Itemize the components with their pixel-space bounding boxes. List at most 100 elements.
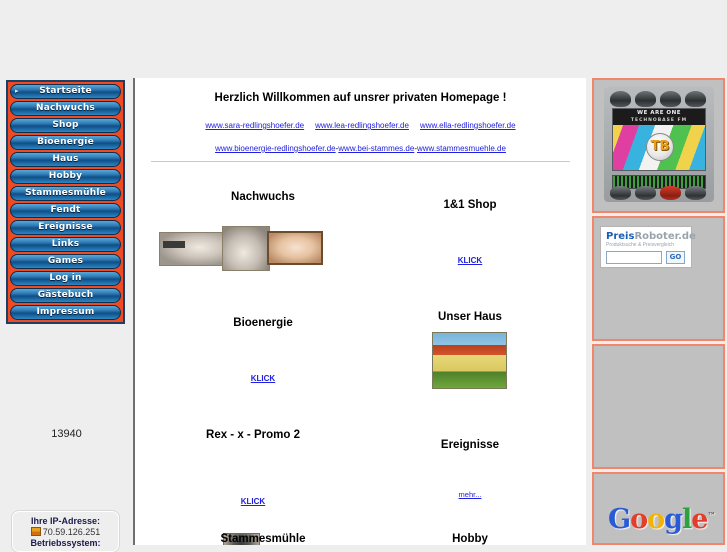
technobase-banner[interactable]: WE ARE ONE TECHNOBASE FM TB	[604, 87, 714, 202]
page-title: Herzlich Willkommen auf unsrer privaten …	[214, 92, 507, 104]
ip-address-value: 70.59.126.251	[42, 527, 101, 537]
google-letter-g2: g	[664, 504, 683, 535]
sidebar-item-login[interactable]: Log in	[10, 271, 121, 286]
ip-address-label: Ihre IP-Adresse:	[30, 516, 101, 526]
section-title-hobby: Hobby	[452, 533, 488, 545]
sidebar-item-haus[interactable]: Haus	[10, 152, 121, 167]
site-link[interactable]: www.lea-redlingshoefer.de	[315, 121, 409, 130]
site-links-row-1: www.sara-redlingshoefer.de www.lea-redlin…	[135, 121, 586, 130]
knob-icon	[610, 91, 631, 107]
site-link[interactable]: www.stammesmuehle.de	[417, 144, 506, 153]
ad-panel-preisroboter: PreisRoboter.de Produktsuche & Preisverg…	[592, 216, 725, 341]
sidebar-item-label: Links	[51, 239, 80, 249]
klick-link-bioenergie[interactable]: KLICK	[178, 374, 348, 383]
section-title-ereignisse: Ereignisse	[440, 439, 500, 451]
google-logo[interactable]: Google™	[608, 500, 715, 535]
sidebar-item-bioenergie[interactable]: Bioenergie	[10, 135, 121, 150]
ip-address-value-row: 70.59.126.251	[18, 527, 113, 538]
section-title-nachwuchs: Nachwuchs	[231, 191, 295, 203]
google-letter-g1: G	[608, 504, 631, 535]
visitor-counter: 13940	[51, 428, 82, 440]
section-title-haus: Unser Haus	[438, 311, 502, 323]
knob-icon	[635, 91, 656, 107]
flag-icon	[30, 527, 41, 536]
sidebar-item-impressum[interactable]: Impressum	[10, 305, 121, 320]
site-link[interactable]: www.bei-stammes.de	[338, 144, 414, 153]
main-navigation: ▸ Startseite Nachwuchs Shop Bioenergie H…	[6, 80, 125, 324]
preisroboter-search-input[interactable]	[606, 251, 662, 264]
sidebar-item-label: Gästebuch	[37, 290, 94, 300]
mehr-link-ereignisse[interactable]: mehr...	[400, 490, 540, 499]
klick-link-shop[interactable]: KLICK	[400, 256, 540, 265]
baby-photo-2[interactable]	[222, 226, 270, 271]
baby-photo-3[interactable]	[267, 231, 323, 265]
ad-panel-empty	[592, 344, 725, 469]
ad-panel-technobase[interactable]: WE ARE ONE TECHNOBASE FM TB	[592, 78, 725, 213]
preisroboter-widget: PreisRoboter.de Produktsuche & Preisverg…	[600, 226, 696, 268]
sidebar-item-label: Ereignisse	[38, 222, 93, 232]
baby-photo-1[interactable]	[159, 232, 225, 266]
technobase-line2: TECHNOBASE FM	[630, 118, 688, 123]
google-letter-o1: o	[630, 504, 648, 535]
google-letter-e: e	[691, 504, 708, 535]
page-root: ▸ Startseite Nachwuchs Shop Bioenergie H…	[0, 0, 727, 552]
knob-icon	[660, 91, 681, 107]
sidebar-item-hobby[interactable]: Hobby	[10, 169, 121, 184]
sidebar-item-stammesmuehle[interactable]: Stammesmühle	[10, 186, 121, 201]
nachwuchs-photo-strip[interactable]	[159, 226, 323, 271]
button-icon	[635, 186, 656, 200]
section-title-shop: 1&1 Shop	[443, 199, 497, 211]
site-link[interactable]: www.bioenergie-redlingshoefer.de	[215, 144, 336, 153]
site-link[interactable]: www.ella-redlingshoefer.de	[420, 121, 516, 130]
ad-panel-google[interactable]: Google™	[592, 472, 725, 545]
arrow-right-icon: ▸	[15, 87, 19, 95]
section-title-bioenergie: Bioenergie	[233, 317, 293, 329]
site-link[interactable]: www.sara-redlingshoefer.de	[205, 121, 304, 130]
sidebar-item-gaestebuch[interactable]: Gästebuch	[10, 288, 121, 303]
sidebar-item-label: Impressum	[36, 307, 95, 317]
sidebar-item-ereignisse[interactable]: Ereignisse	[10, 220, 121, 235]
section-title-stammesmuehle: Stammesmühle	[220, 533, 306, 545]
sidebar-item-games[interactable]: Games	[10, 254, 121, 269]
sidebar-item-label: Nachwuchs	[36, 103, 95, 113]
sidebar-item-shop[interactable]: Shop	[10, 118, 121, 133]
knob-icon	[685, 91, 706, 107]
record-button-icon	[660, 186, 681, 200]
sidebar-item-label: Stammesmühle	[25, 188, 106, 198]
sidebar-item-label: Fendt	[50, 205, 81, 215]
divider	[151, 161, 570, 162]
ip-address-box: Ihre IP-Adresse: 70.59.126.251 Betriebss…	[12, 511, 119, 552]
house-photo[interactable]	[432, 332, 507, 389]
preisroboter-subtitle: Produktsuche & Preisvergleich	[606, 242, 675, 248]
section-title-rex: Rex - x - Promo 2	[206, 429, 300, 441]
left-sidebar: ▸ Startseite Nachwuchs Shop Bioenergie H…	[0, 0, 133, 552]
preisroboter-search-row: GO	[606, 251, 686, 264]
preisroboter-logo-bold: Preis	[606, 231, 635, 242]
sidebar-item-label: Haus	[52, 154, 79, 164]
preisroboter-logo-rest: Roboter.de	[634, 231, 696, 242]
technobase-line1: WE ARE ONE	[637, 110, 681, 116]
google-letter-l: l	[681, 504, 692, 535]
sidebar-item-startseite[interactable]: ▸ Startseite	[10, 84, 121, 99]
technobase-screen: WE ARE ONE TECHNOBASE FM TB	[612, 108, 706, 171]
operating-system-label: Betriebssystem:	[30, 538, 101, 548]
google-letter-o2: o	[647, 504, 665, 535]
button-icon	[685, 186, 706, 200]
main-content: Herzlich Willkommen auf unsrer privaten …	[133, 78, 586, 545]
trademark-icon: ™	[707, 510, 715, 520]
sidebar-item-label: Bioenergie	[37, 137, 94, 147]
sidebar-item-label: Shop	[52, 120, 79, 130]
sidebar-item-label: Startseite	[39, 86, 92, 96]
klick-link-rex[interactable]: KLICK	[168, 497, 338, 506]
sidebar-item-label: Games	[47, 256, 84, 266]
preisroboter-go-button[interactable]: GO	[666, 251, 685, 264]
button-icon	[610, 186, 631, 200]
right-sidebar: WE ARE ONE TECHNOBASE FM TB PreisRoboter…	[590, 78, 727, 545]
main-content-inner: Herzlich Willkommen auf unsrer privaten …	[135, 78, 586, 545]
sidebar-item-nachwuchs[interactable]: Nachwuchs	[10, 101, 121, 116]
preisroboter-logo: PreisRoboter.de	[606, 231, 696, 242]
sidebar-item-links[interactable]: Links	[10, 237, 121, 252]
sidebar-item-fendt[interactable]: Fendt	[10, 203, 121, 218]
technobase-logo: TB	[646, 133, 674, 161]
site-links-row-2: www.bioenergie-redlingshoefer.de-www.bei…	[135, 144, 586, 153]
